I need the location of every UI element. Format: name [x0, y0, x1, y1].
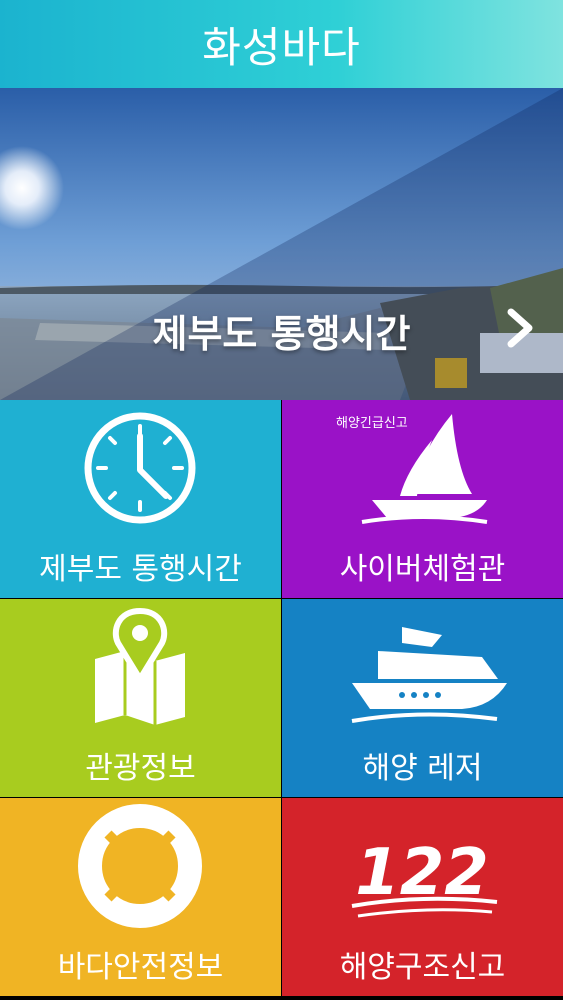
app-header: 화성바다 [0, 0, 563, 88]
tile-label: 사이버체험관 [339, 552, 506, 587]
sailboat-icon [361, 414, 488, 524]
tile-marine-leisure[interactable]: 해양 레저 [282, 599, 563, 797]
tile-cyber-experience[interactable]: 사이버체험관 [282, 400, 563, 598]
clock-icon [84, 412, 196, 524]
banner-title: 제부도 통행시간 [152, 312, 411, 356]
lifebuoy-icon [78, 804, 202, 928]
tile-rescue-report[interactable]: 122 해양구조신고 [282, 798, 563, 996]
tile-label: 바다안전정보 [57, 950, 224, 985]
tile-label: 해양 레저 [362, 751, 483, 786]
tile-label: 제부도 통행시간 [39, 552, 242, 587]
app: 화성바다 제부도 통행시간 제부도 통행시간 사이버체험관 관광정보 해양 레저… [0, 0, 563, 1000]
menu-grid: 제부도 통행시간 사이버체험관 관광정보 해양 레저 바다안전정보 122 해양… [0, 400, 563, 1000]
emergency-122-icon: 122 [351, 836, 498, 918]
banner-carousel[interactable]: 제부도 통행시간 [0, 88, 563, 400]
yacht-icon [351, 627, 507, 723]
chevron-right-icon[interactable] [503, 308, 537, 348]
tile-label: 관광정보 [85, 751, 196, 786]
app-title: 화성바다 [202, 22, 361, 72]
emergency-caption: 해양긴급신고 [336, 416, 408, 431]
tile-label: 해양구조신고 [339, 950, 506, 985]
map-pin-icon [95, 607, 185, 725]
tile-sea-safety[interactable]: 바다안전정보 [0, 798, 281, 996]
tile-tour-info[interactable]: 관광정보 [0, 599, 281, 797]
tile-jebudo-time[interactable]: 제부도 통행시간 [0, 400, 281, 598]
